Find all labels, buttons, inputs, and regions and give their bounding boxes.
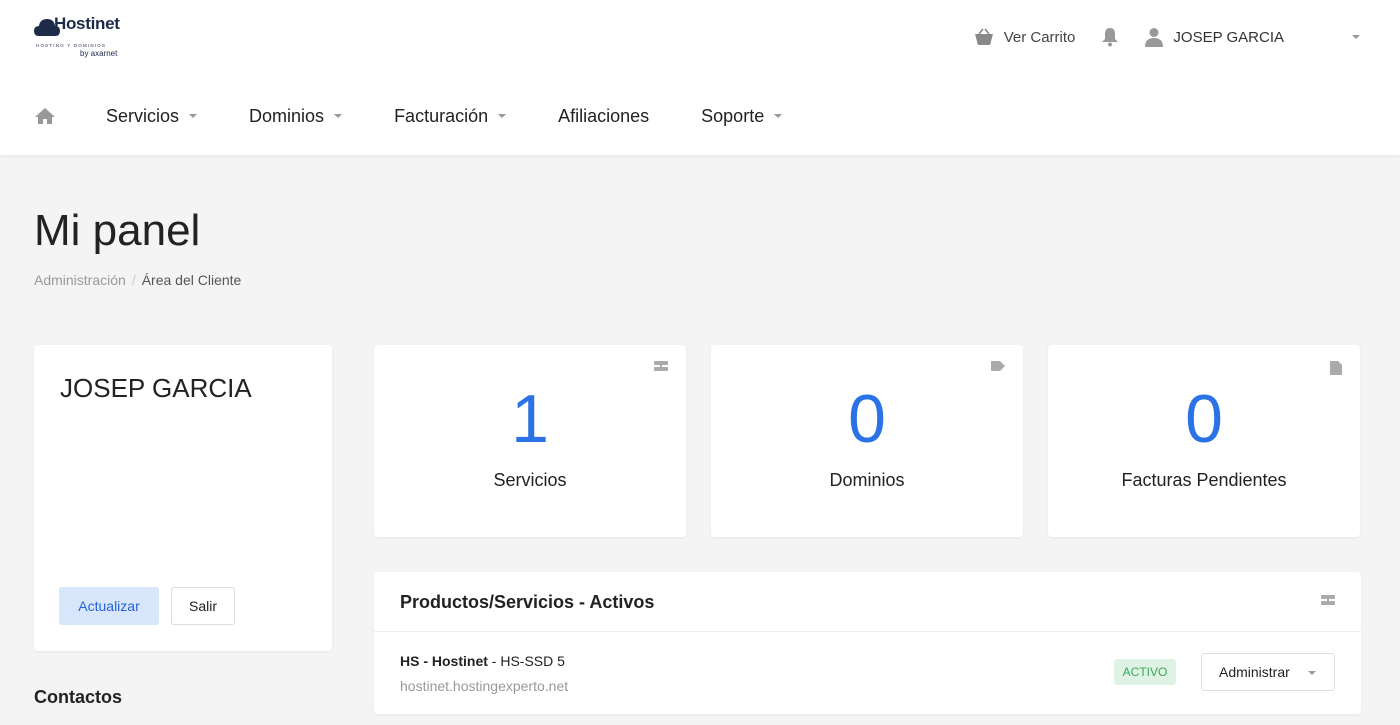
hostinet-logo[interactable]: Hostinet HOSTING Y DOMINIOS by axarnet xyxy=(34,14,126,60)
basket-icon xyxy=(974,28,993,45)
person-icon xyxy=(1145,28,1164,47)
logout-button[interactable]: Salir xyxy=(171,587,235,625)
nav-item-label: Soporte xyxy=(701,105,765,126)
main-nav: Servicios Dominios Facturación Afiliacio… xyxy=(34,98,834,134)
header-actions: Ver Carrito JOSEP GARCIA xyxy=(974,26,1360,48)
panel-title: Productos/Servicios - Activos xyxy=(400,592,655,612)
stat-label: Dominios xyxy=(829,470,905,490)
chevron-down-icon xyxy=(774,114,783,118)
document-icon xyxy=(1330,361,1342,375)
breadcrumb-link-administracion[interactable]: Administración xyxy=(34,272,126,288)
status-badge: ACTIVO xyxy=(1114,659,1176,685)
stat-value: 0 xyxy=(1185,381,1223,457)
user-menu[interactable]: JOSEP GARCIA xyxy=(1145,27,1360,47)
site-header: Hostinet HOSTING Y DOMINIOS by axarnet V… xyxy=(0,0,1400,155)
chevron-down-icon xyxy=(189,114,198,118)
stat-label: Servicios xyxy=(493,470,567,490)
product-group: HS - Hostinet xyxy=(400,653,488,669)
bell-icon xyxy=(1102,28,1119,47)
view-cart-label: Ver Carrito xyxy=(1003,28,1076,46)
stat-value: 1 xyxy=(511,381,549,457)
stat-label: Facturas Pendientes xyxy=(1121,470,1287,490)
nav-item-afiliaciones[interactable]: Afiliaciones xyxy=(558,106,649,127)
stat-card-domains[interactable]: 0 Dominios xyxy=(711,345,1023,537)
notifications-button[interactable] xyxy=(1101,27,1119,47)
nav-item-label: Afiliaciones xyxy=(558,105,650,126)
breadcrumb-current: Área del Cliente xyxy=(141,272,242,288)
nav-item-facturacion[interactable]: Facturación xyxy=(394,105,507,127)
view-cart-link[interactable]: Ver Carrito xyxy=(974,28,1076,46)
page-title: Mi panel xyxy=(34,206,201,255)
nav-item-label: Servicios xyxy=(106,105,180,126)
product-plan: - HS-SSD 5 xyxy=(487,653,565,669)
nav-item-soporte[interactable]: Soporte xyxy=(701,105,783,127)
client-info-card: JOSEP GARCIA Actualizar Salir xyxy=(34,345,332,651)
server-icon xyxy=(654,361,668,371)
logo-by-line: by axarnet xyxy=(80,49,118,58)
nav-item-servicios[interactable]: Servicios xyxy=(106,105,198,127)
product-row[interactable]: HS - Hostinet - HS-SSD 5 hostinet.hostin… xyxy=(374,633,1361,713)
nav-home[interactable] xyxy=(34,107,56,125)
nav-item-label: Dominios xyxy=(249,105,325,126)
contacts-heading: Contactos xyxy=(34,687,123,707)
panel-header: Productos/Servicios - Activos xyxy=(374,572,1361,632)
server-icon xyxy=(1321,595,1335,605)
nav-item-dominios[interactable]: Dominios xyxy=(249,105,343,127)
breadcrumb: Administración / Área del Cliente xyxy=(34,272,241,288)
update-button[interactable]: Actualizar xyxy=(59,587,159,625)
chevron-down-icon xyxy=(498,114,507,118)
chevron-down-icon xyxy=(334,114,343,118)
product-domain: hostinet.hostingexperto.net xyxy=(400,678,569,694)
stat-value: 0 xyxy=(848,381,886,457)
chevron-down-icon xyxy=(1308,671,1316,675)
stat-card-invoices[interactable]: 0 Facturas Pendientes xyxy=(1048,345,1360,537)
manage-dropdown-button[interactable]: Administrar xyxy=(1201,653,1335,691)
user-menu-name: JOSEP GARCIA xyxy=(1173,28,1284,46)
home-icon xyxy=(35,108,55,124)
nav-item-label: Facturación xyxy=(394,105,489,126)
manage-button-label: Administrar xyxy=(1219,664,1290,680)
breadcrumb-separator: / xyxy=(131,272,136,288)
tag-icon xyxy=(991,361,1005,371)
product-name: HS - Hostinet - HS-SSD 5 xyxy=(400,653,565,669)
chevron-down-icon xyxy=(1352,35,1360,39)
client-name: JOSEP GARCIA xyxy=(60,373,252,403)
logo-wordmark: Hostinet xyxy=(54,14,120,33)
logo-tagline: HOSTING Y DOMINIOS xyxy=(36,43,107,48)
active-products-panel: Productos/Servicios - Activos HS - Hosti… xyxy=(374,572,1361,714)
stat-card-services[interactable]: 1 Servicios xyxy=(374,345,686,537)
